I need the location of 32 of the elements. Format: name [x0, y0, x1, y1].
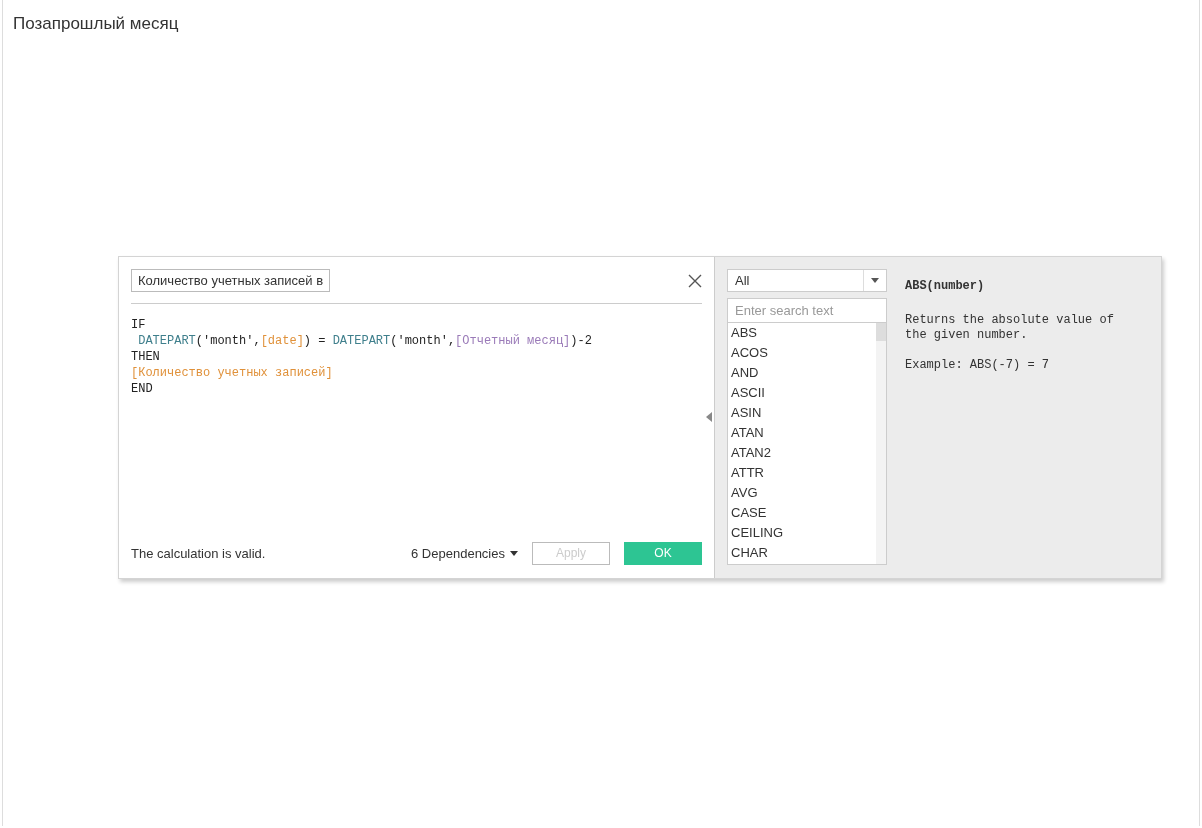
dependencies-dropdown[interactable]: 6 Dependencies	[411, 545, 518, 561]
caret-icon	[871, 278, 879, 283]
function-list-item[interactable]: ACOS	[731, 343, 876, 363]
function-signature: ABS(number)	[905, 279, 986, 293]
page-title: Позапрошлый месяц	[12, 13, 180, 35]
code-line: DATEPART('month',[date]) = DATEPART('month',[Отчетный месяц])-2	[137, 333, 593, 349]
function-list-item[interactable]: ASCII	[731, 383, 876, 403]
function-list-item[interactable]: AVG	[731, 483, 876, 503]
collapse-arrow-icon[interactable]	[706, 412, 712, 422]
function-description: Returns the absolute value of the given number.	[905, 313, 1115, 343]
function-list-item[interactable]: CEILING	[731, 523, 876, 543]
code-line: THEN	[131, 349, 161, 365]
name-field[interactable]: Количество учетных записей в	[131, 269, 330, 292]
function-list-item[interactable]: ABS	[731, 323, 876, 343]
code-line: END	[131, 381, 154, 397]
caret-icon	[510, 550, 518, 556]
function-list-item[interactable]: ATTR	[731, 463, 876, 483]
function-list-item[interactable]: CHAR	[731, 543, 876, 563]
code-editor[interactable]: IF DATEPART('month',[date]) = DATEPART('month',[Отчетный месяц])-2 THEN [Количество учетных записей] END	[131, 304, 702, 540]
function-list-item[interactable]: ATAN	[731, 423, 876, 443]
code-line: IF	[131, 317, 147, 333]
function-list-item[interactable]: AND	[731, 363, 876, 383]
scrollbar[interactable]	[876, 323, 886, 564]
validation-status: The calculation is valid.	[131, 545, 267, 561]
function-list-item[interactable]: ATAN2	[731, 443, 876, 463]
function-list-item[interactable]: ASIN	[731, 403, 876, 423]
close-icon[interactable]	[688, 273, 702, 288]
category-dropdown[interactable]: All	[727, 269, 887, 292]
search-field[interactable]: Enter search text	[727, 298, 887, 323]
function-list-item[interactable]: CASE	[731, 503, 876, 523]
function-example: Example: ABS(-7) = 7	[905, 358, 1051, 372]
code-line: [Количество учетных записей]	[131, 365, 334, 381]
